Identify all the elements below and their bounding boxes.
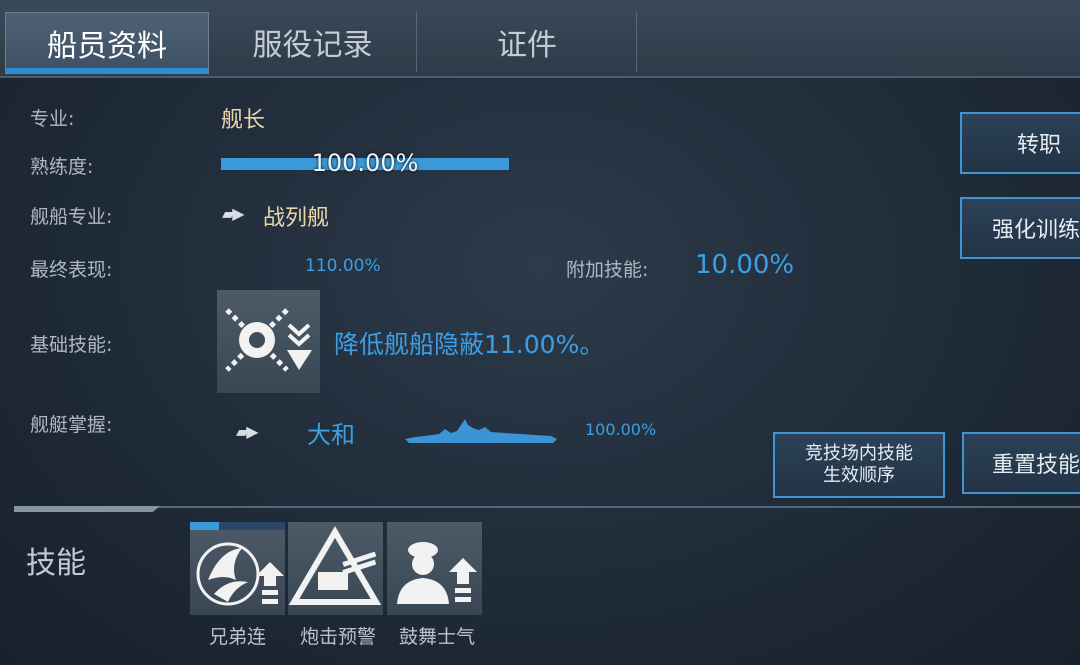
extra-skill-value: 10.00% bbox=[695, 250, 795, 280]
skill-slot-brothers[interactable] bbox=[190, 522, 285, 615]
skill-name-brothers: 兄弟连 bbox=[208, 626, 266, 648]
reset-skill-button[interactable]: 重置技能 bbox=[962, 432, 1080, 494]
arena-skill-order-line2: 生效顺序 bbox=[823, 465, 895, 486]
ship-mastery-value: 100.00% bbox=[585, 420, 657, 439]
battleship-silhouette-icon bbox=[405, 419, 557, 443]
proficiency-value: 100.00% bbox=[311, 149, 419, 177]
ship-specialty-value: 战列舰 bbox=[263, 206, 330, 231]
skill-name-morale: 鼓舞士气 bbox=[398, 626, 475, 648]
chevron-icon: ▰▶ bbox=[222, 204, 245, 223]
ship-specialty-label: 舰船专业: bbox=[30, 206, 113, 228]
skill-progress-bar bbox=[190, 522, 285, 530]
tab-service-record[interactable]: 服役记录 bbox=[209, 12, 417, 72]
section-divider bbox=[14, 506, 1080, 508]
skill-name-gun-warning: 炮击预警 bbox=[299, 626, 376, 648]
morale-icon bbox=[397, 542, 477, 604]
arena-skill-order-button[interactable]: 竞技场内技能 生效顺序 bbox=[773, 432, 945, 498]
base-skill-icon[interactable] bbox=[217, 290, 320, 393]
final-performance-value: 110.00% bbox=[305, 256, 381, 276]
brothers-icon bbox=[196, 542, 284, 606]
section-divider-accent bbox=[14, 506, 160, 512]
specialty-label: 专业: bbox=[30, 108, 75, 130]
proficiency-label: 熟练度: bbox=[30, 156, 94, 178]
skill-slot-gun-warning[interactable] bbox=[288, 522, 383, 615]
final-performance-label: 最终表现: bbox=[30, 259, 113, 281]
extra-skill-label: 附加技能: bbox=[566, 259, 649, 281]
skills-section-title: 技能 bbox=[26, 546, 86, 581]
ship-mastery-label: 舰艇掌握: bbox=[30, 414, 113, 436]
tab-certificates[interactable]: 证件 bbox=[418, 12, 637, 72]
arena-skill-order-line1: 竞技场内技能 bbox=[805, 443, 913, 464]
chevron-icon: ▰▶ bbox=[236, 422, 259, 441]
skill-progress-fill bbox=[190, 522, 219, 530]
tab-crew-profile[interactable]: 船员资料 bbox=[5, 12, 209, 74]
enhanced-training-button[interactable]: 强化训练 bbox=[960, 197, 1080, 259]
specialty-value: 舰长 bbox=[221, 108, 266, 133]
skill-slot-morale[interactable] bbox=[387, 522, 482, 615]
base-skill-description: 降低舰船隐蔽11.00%。 bbox=[334, 330, 605, 359]
ship-mastery-name: 大和 bbox=[307, 421, 355, 449]
transfer-button[interactable]: 转职 bbox=[960, 112, 1080, 174]
base-skill-label: 基础技能: bbox=[30, 334, 113, 356]
gun-warning-icon bbox=[288, 526, 382, 605]
